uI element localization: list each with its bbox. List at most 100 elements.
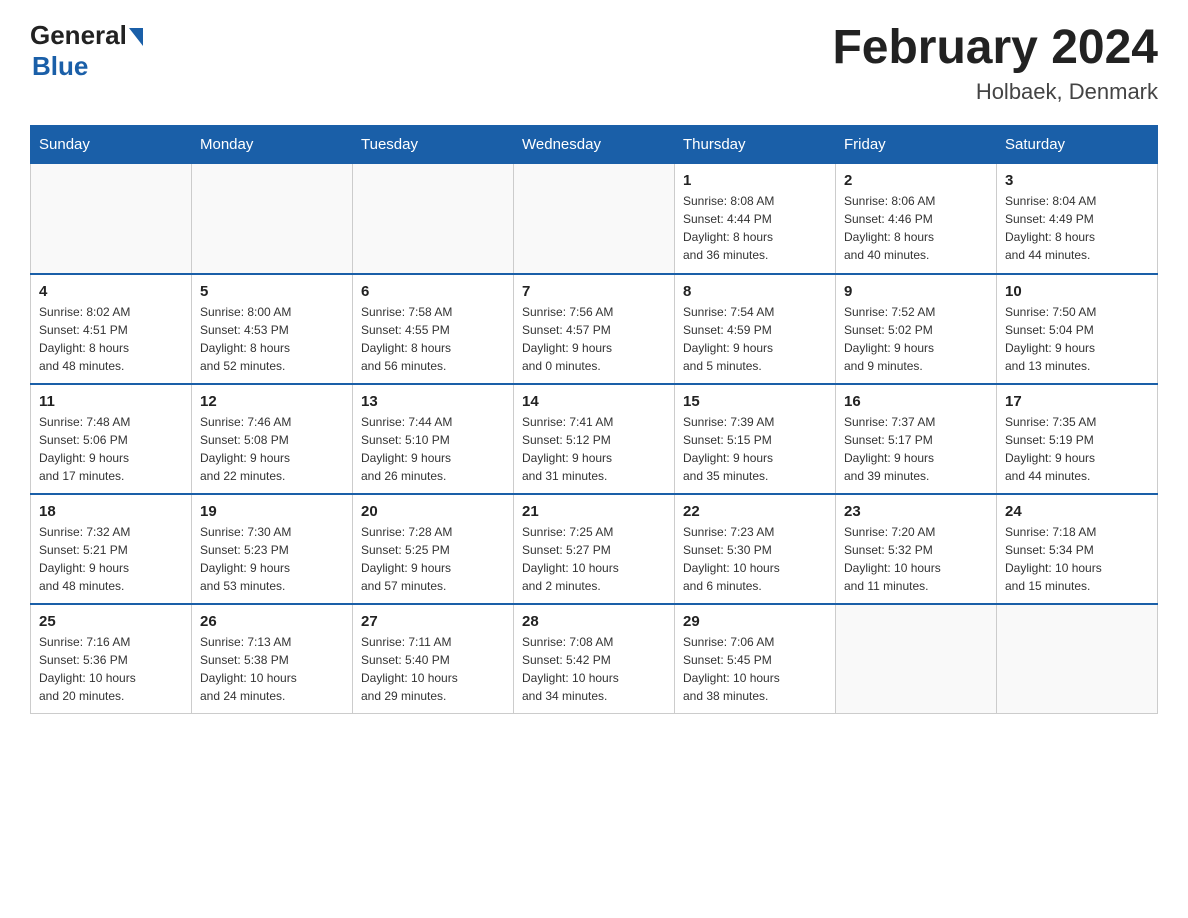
day-info: Sunrise: 7:32 AMSunset: 5:21 PMDaylight:… <box>39 523 183 595</box>
weekday-header-wednesday: Wednesday <box>514 126 675 164</box>
calendar-header-row: SundayMondayTuesdayWednesdayThursdayFrid… <box>31 126 1158 164</box>
calendar-cell: 29 Sunrise: 7:06 AMSunset: 5:45 PMDayligh… <box>675 604 836 714</box>
day-number: 26 <box>200 613 344 630</box>
calendar-week-row: 4Sunrise: 8:02 AMSunset: 4:51 PMDaylight… <box>31 274 1158 384</box>
day-number: 14 <box>522 393 666 410</box>
day-info: Sunrise: 8:00 AMSunset: 4:53 PMDaylight:… <box>200 303 344 375</box>
day-info: Sunrise: 7:08 AMSunset: 5:42 PMDaylight:… <box>522 633 666 705</box>
day-info: Sunrise: 7:41 AMSunset: 5:12 PMDaylight:… <box>522 413 666 485</box>
calendar-cell: 10 Sunrise: 7:50 AMSunset: 5:04 PMDayligh… <box>997 274 1158 384</box>
calendar-cell <box>192 164 353 274</box>
day-number: 20 <box>361 503 505 520</box>
calendar-week-row: 1 Sunrise: 8:08 AMSunset: 4:44 PMDaylight… <box>31 164 1158 274</box>
day-number: 21 <box>522 503 666 520</box>
day-number: 13 <box>361 393 505 410</box>
calendar-cell: 3 Sunrise: 8:04 AMSunset: 4:49 PMDaylight… <box>997 164 1158 274</box>
day-number: 24 <box>1005 503 1149 520</box>
day-number: 18 <box>39 503 183 520</box>
calendar-cell: 2 Sunrise: 8:06 AMSunset: 4:46 PMDaylight… <box>836 164 997 274</box>
calendar-cell: 19Sunrise: 7:30 AMSunset: 5:23 PMDayligh… <box>192 494 353 604</box>
calendar-cell: 5 Sunrise: 8:00 AMSunset: 4:53 PMDaylight… <box>192 274 353 384</box>
logo-arrow-icon <box>129 28 143 46</box>
day-number: 2 <box>844 172 988 189</box>
calendar-cell: 24 Sunrise: 7:18 AMSunset: 5:34 PMDayligh… <box>997 494 1158 604</box>
calendar-cell: 8 Sunrise: 7:54 AMSunset: 4:59 PMDaylight… <box>675 274 836 384</box>
day-info: Sunrise: 7:56 AMSunset: 4:57 PMDaylight:… <box>522 303 666 375</box>
weekday-header-thursday: Thursday <box>675 126 836 164</box>
day-info: Sunrise: 8:04 AMSunset: 4:49 PMDaylight:… <box>1005 192 1149 264</box>
day-number: 15 <box>683 393 827 410</box>
calendar-cell: 9 Sunrise: 7:52 AMSunset: 5:02 PMDaylight… <box>836 274 997 384</box>
calendar-cell <box>997 604 1158 714</box>
calendar-cell <box>836 604 997 714</box>
day-info: Sunrise: 7:44 AMSunset: 5:10 PMDaylight:… <box>361 413 505 485</box>
day-info: Sunrise: 7:35 AMSunset: 5:19 PMDaylight:… <box>1005 413 1149 485</box>
day-number: 12 <box>200 393 344 410</box>
day-number: 5 <box>200 283 344 300</box>
weekday-header-saturday: Saturday <box>997 126 1158 164</box>
day-number: 16 <box>844 393 988 410</box>
logo-general-text: General <box>30 20 127 51</box>
day-info: Sunrise: 7:52 AMSunset: 5:02 PMDaylight:… <box>844 303 988 375</box>
calendar-week-row: 18 Sunrise: 7:32 AMSunset: 5:21 PMDayligh… <box>31 494 1158 604</box>
day-info: Sunrise: 7:13 AMSunset: 5:38 PMDaylight:… <box>200 633 344 705</box>
day-number: 8 <box>683 283 827 300</box>
day-info: Sunrise: 7:50 AMSunset: 5:04 PMDaylight:… <box>1005 303 1149 375</box>
day-info: Sunrise: 7:16 AMSunset: 5:36 PMDaylight:… <box>39 633 183 705</box>
weekday-header-tuesday: Tuesday <box>353 126 514 164</box>
day-info: Sunrise: 7:25 AMSunset: 5:27 PMDaylight:… <box>522 523 666 595</box>
day-number: 7 <box>522 283 666 300</box>
calendar-cell: 13 Sunrise: 7:44 AMSunset: 5:10 PMDayligh… <box>353 384 514 494</box>
day-number: 17 <box>1005 393 1149 410</box>
calendar-cell <box>31 164 192 274</box>
calendar-cell: 11Sunrise: 7:48 AMSunset: 5:06 PMDayligh… <box>31 384 192 494</box>
calendar-table: SundayMondayTuesdayWednesdayThursdayFrid… <box>30 125 1158 714</box>
page-title: February 2024 <box>832 20 1158 75</box>
day-info: Sunrise: 7:58 AMSunset: 4:55 PMDaylight:… <box>361 303 505 375</box>
calendar-cell: 20 Sunrise: 7:28 AMSunset: 5:25 PMDayligh… <box>353 494 514 604</box>
calendar-cell: 7 Sunrise: 7:56 AMSunset: 4:57 PMDaylight… <box>514 274 675 384</box>
day-info: Sunrise: 8:08 AMSunset: 4:44 PMDaylight:… <box>683 192 827 264</box>
day-number: 10 <box>1005 283 1149 300</box>
day-number: 22 <box>683 503 827 520</box>
calendar-cell: 22 Sunrise: 7:23 AMSunset: 5:30 PMDayligh… <box>675 494 836 604</box>
day-number: 27 <box>361 613 505 630</box>
day-info: Sunrise: 8:02 AMSunset: 4:51 PMDaylight:… <box>39 303 183 375</box>
calendar-cell: 18 Sunrise: 7:32 AMSunset: 5:21 PMDayligh… <box>31 494 192 604</box>
title-section: February 2024 Holbaek, Denmark <box>832 20 1158 105</box>
calendar-cell: 12 Sunrise: 7:46 AMSunset: 5:08 PMDayligh… <box>192 384 353 494</box>
day-number: 29 <box>683 613 827 630</box>
day-number: 6 <box>361 283 505 300</box>
weekday-header-sunday: Sunday <box>31 126 192 164</box>
calendar-cell <box>514 164 675 274</box>
calendar-cell: 16 Sunrise: 7:37 AMSunset: 5:17 PMDayligh… <box>836 384 997 494</box>
day-number: 1 <box>683 172 827 189</box>
day-number: 25 <box>39 613 183 630</box>
calendar-cell: 26 Sunrise: 7:13 AMSunset: 5:38 PMDayligh… <box>192 604 353 714</box>
day-info: Sunrise: 7:23 AMSunset: 5:30 PMDaylight:… <box>683 523 827 595</box>
calendar-cell: 27Sunrise: 7:11 AMSunset: 5:40 PMDayligh… <box>353 604 514 714</box>
calendar-cell: 15 Sunrise: 7:39 AMSunset: 5:15 PMDayligh… <box>675 384 836 494</box>
day-number: 9 <box>844 283 988 300</box>
calendar-cell <box>353 164 514 274</box>
day-info: Sunrise: 7:18 AMSunset: 5:34 PMDaylight:… <box>1005 523 1149 595</box>
day-info: Sunrise: 8:06 AMSunset: 4:46 PMDaylight:… <box>844 192 988 264</box>
weekday-header-friday: Friday <box>836 126 997 164</box>
day-info: Sunrise: 7:28 AMSunset: 5:25 PMDaylight:… <box>361 523 505 595</box>
calendar-week-row: 25 Sunrise: 7:16 AMSunset: 5:36 PMDayligh… <box>31 604 1158 714</box>
day-info: Sunrise: 7:54 AMSunset: 4:59 PMDaylight:… <box>683 303 827 375</box>
day-number: 23 <box>844 503 988 520</box>
day-info: Sunrise: 7:37 AMSunset: 5:17 PMDaylight:… <box>844 413 988 485</box>
calendar-cell: 25 Sunrise: 7:16 AMSunset: 5:36 PMDayligh… <box>31 604 192 714</box>
day-info: Sunrise: 7:48 AMSunset: 5:06 PMDaylight:… <box>39 413 183 485</box>
page-header: General Blue February 2024 Holbaek, Denm… <box>30 20 1158 105</box>
calendar-cell: 28Sunrise: 7:08 AMSunset: 5:42 PMDayligh… <box>514 604 675 714</box>
calendar-week-row: 11Sunrise: 7:48 AMSunset: 5:06 PMDayligh… <box>31 384 1158 494</box>
logo: General Blue <box>30 20 143 82</box>
day-number: 3 <box>1005 172 1149 189</box>
day-info: Sunrise: 7:46 AMSunset: 5:08 PMDaylight:… <box>200 413 344 485</box>
day-info: Sunrise: 7:20 AMSunset: 5:32 PMDaylight:… <box>844 523 988 595</box>
logo-blue-text: Blue <box>32 51 88 82</box>
day-info: Sunrise: 7:39 AMSunset: 5:15 PMDaylight:… <box>683 413 827 485</box>
day-info: Sunrise: 7:06 AMSunset: 5:45 PMDaylight:… <box>683 633 827 705</box>
